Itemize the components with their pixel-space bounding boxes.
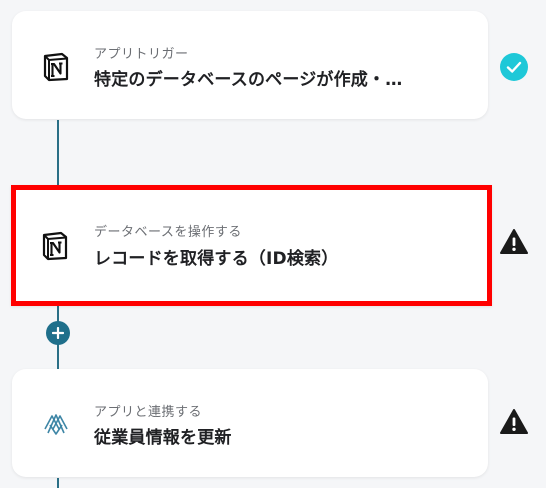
flow-step-get-record[interactable]: データベースを操作する レコードを取得する（ID検索） [11,185,492,306]
flow-step-update-employee[interactable]: アプリと連携する 従業員情報を更新 [12,369,488,477]
hr-app-icon [40,407,72,439]
notion-icon [40,51,72,83]
step-subtitle: アプリと連携する [94,405,203,420]
notion-icon [39,230,71,262]
flow-connector [57,478,59,488]
warning-icon [499,227,529,257]
check-circle-icon [499,52,529,82]
warning-icon [499,407,529,437]
step-title: 特定のデータベースのページが作成・… [94,70,403,90]
step-subtitle: アプリトリガー [94,47,189,62]
step-title: 従業員情報を更新 [94,428,232,448]
flow-connector [57,120,59,186]
add-step-button[interactable] [46,321,70,345]
step-subtitle: データベースを操作する [94,225,242,240]
step-title: レコードを取得する（ID検索） [94,249,339,269]
flow-step-trigger[interactable]: アプリトリガー 特定のデータベースのページが作成・… [12,11,488,119]
plus-icon [52,327,64,339]
